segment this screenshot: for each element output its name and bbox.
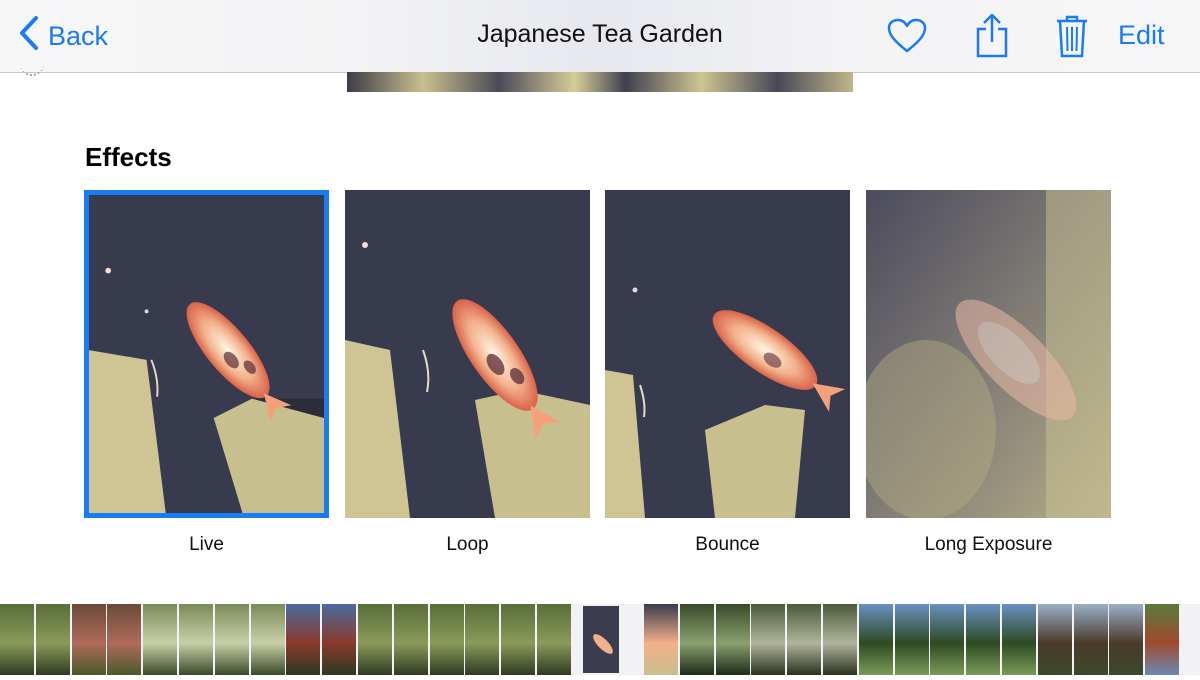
effect-bounce-label: Bounce: [695, 534, 760, 555]
effect-live-label: Live: [189, 534, 224, 555]
favorite-button[interactable]: [887, 18, 927, 59]
effect-long-exposure[interactable]: Long Exposure: [866, 190, 1111, 556]
heart-icon: [887, 18, 927, 58]
filmstrip-thumbnail[interactable]: [751, 604, 786, 675]
effect-loop[interactable]: Loop: [345, 190, 590, 556]
filmstrip-thumbnail[interactable]: [143, 604, 178, 675]
effects-heading: Effects: [85, 142, 172, 172]
delete-button[interactable]: [1055, 13, 1089, 64]
share-button[interactable]: [974, 12, 1010, 63]
filmstrip-thumbnail[interactable]: [429, 604, 464, 675]
filmstrip-thumbnail[interactable]: [1109, 604, 1144, 675]
filmstrip-thumbnail[interactable]: [823, 604, 857, 675]
back-label: Back: [48, 20, 109, 51]
filmstrip-thumbnail[interactable]: [0, 604, 34, 675]
loading-indicator: [20, 62, 44, 76]
filmstrip-thumbnail[interactable]: [107, 604, 142, 675]
filmstrip-thumbnail[interactable]: [501, 604, 536, 675]
filmstrip-thumbnail[interactable]: [894, 604, 929, 675]
filmstrip-thumbnail[interactable]: [644, 604, 678, 675]
filmstrip-thumbnail[interactable]: [286, 604, 321, 675]
share-icon: [974, 13, 1010, 62]
effect-bounce-thumbnail: [605, 190, 850, 518]
chevron-left-icon: [18, 15, 40, 58]
filmstrip-current-photo[interactable]: [575, 604, 626, 675]
page-title: Japanese Tea Garden: [477, 20, 723, 48]
filmstrip-thumbnail[interactable]: [679, 604, 714, 675]
effect-loop-label: Loop: [446, 534, 489, 555]
filmstrip-thumbnail[interactable]: [1037, 604, 1072, 675]
effect-live-thumbnail: [84, 190, 329, 518]
effect-long-exposure-label: Long Exposure: [924, 534, 1053, 555]
effect-live[interactable]: Live: [84, 190, 329, 556]
filmstrip-thumbnail[interactable]: [787, 604, 822, 675]
filmstrip-thumbnail[interactable]: [1002, 604, 1036, 675]
filmstrip-thumbnail[interactable]: [465, 604, 500, 675]
effect-loop-thumbnail: [345, 190, 590, 518]
effect-long-exposure-thumbnail: [866, 190, 1111, 518]
filmstrip-thumbnail[interactable]: [71, 604, 106, 675]
filmstrip-thumbnail[interactable]: [358, 604, 392, 675]
filmstrip-thumbnail[interactable]: [537, 604, 571, 675]
filmstrip-thumbnail[interactable]: [214, 604, 249, 675]
filmstrip-thumbnail[interactable]: [1073, 604, 1108, 675]
filmstrip-thumbnail[interactable]: [179, 604, 213, 675]
photo-preview: [347, 72, 853, 92]
filmstrip-thumbnail[interactable]: [715, 604, 750, 675]
back-button[interactable]: Back: [18, 15, 109, 58]
filmstrip-thumbnail[interactable]: [930, 604, 965, 675]
filmstrip-thumbnail[interactable]: [966, 604, 1001, 675]
filmstrip-thumbnail[interactable]: [858, 604, 893, 675]
filmstrip-thumbnail[interactable]: [1145, 604, 1180, 675]
navigation-bar: Back Japanese Tea Garden Edit: [0, 0, 1200, 73]
effect-bounce[interactable]: Bounce: [605, 190, 850, 556]
filmstrip-thumbnail[interactable]: [322, 604, 357, 675]
edit-button[interactable]: Edit: [1118, 20, 1165, 51]
filmstrip-thumbnail[interactable]: [393, 604, 428, 675]
trash-icon: [1055, 15, 1089, 63]
filmstrip-thumbnail[interactable]: [250, 604, 285, 675]
filmstrip-thumbnail[interactable]: [35, 604, 70, 675]
